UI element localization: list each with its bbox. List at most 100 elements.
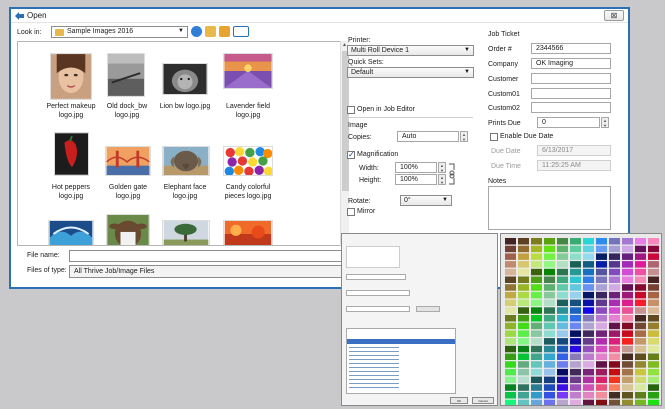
color-swatch (648, 338, 659, 345)
color-swatch (505, 253, 516, 260)
file-caption[interactable]: Lion bw logo.jpg (154, 102, 216, 111)
file-thumbnail[interactable] (48, 220, 94, 246)
quicksets-label: Quick Sets: (348, 59, 384, 66)
file-thumbnail[interactable] (162, 220, 210, 246)
copies-input[interactable]: Auto (397, 131, 459, 142)
file-list[interactable]: Perfect makeup logo.jpg Old dock_bw logo… (17, 41, 348, 246)
file-caption[interactable]: Hot peppers logo.jpg (40, 183, 102, 201)
up-folder-icon[interactable] (205, 26, 216, 37)
cancel-button[interactable]: Cancel (472, 397, 494, 404)
file-thumbnail[interactable] (223, 220, 273, 246)
new-folder-icon[interactable] (219, 26, 230, 37)
close-button[interactable]: ⊠ (604, 10, 624, 21)
height-input[interactable]: 100% (395, 174, 437, 185)
color-swatch (583, 276, 594, 283)
quickset-dropdown[interactable] (346, 290, 410, 296)
folder-icon (55, 29, 64, 36)
color-swatch (544, 315, 555, 322)
color-swatch (505, 268, 516, 276)
color-swatch (583, 392, 594, 399)
color-swatch (557, 361, 568, 368)
color-swatch (622, 392, 633, 399)
color-swatch (609, 399, 620, 407)
color-device-dropdown[interactable] (346, 306, 410, 312)
file-thumbnail[interactable] (105, 146, 151, 176)
height-stepper[interactable]: ▲ ▼ (438, 174, 446, 185)
color-swatch (583, 291, 594, 299)
company-input[interactable]: OK Imaging (531, 58, 611, 69)
filename-input[interactable] (69, 250, 349, 262)
rotate-dropdown[interactable]: 0° ▼ (400, 195, 452, 206)
file-caption[interactable]: Candy colorful pieces logo.jpg (217, 183, 279, 201)
file-caption[interactable]: Elephant face logo.jpg (154, 183, 216, 201)
open-in-editor-checkbox[interactable] (347, 106, 355, 114)
color-swatch (557, 392, 568, 399)
notes-textarea[interactable] (488, 186, 611, 230)
color-swatch (609, 353, 620, 360)
file-caption[interactable]: Perfect makeup logo.jpg (40, 102, 102, 120)
color-swatch (609, 261, 620, 268)
color-swatch (622, 299, 633, 307)
quickset-name-input[interactable] (346, 274, 406, 280)
ok-button[interactable]: OK (450, 397, 468, 404)
file-thumbnail[interactable] (107, 53, 145, 97)
custom01-input[interactable] (531, 88, 611, 99)
color-swatch (635, 253, 646, 260)
lookin-dropdown[interactable]: Sample Images 2016 ▼ (51, 26, 188, 38)
file-thumbnail[interactable] (106, 214, 150, 246)
prints-due-input[interactable]: 0 (537, 117, 600, 128)
width-input[interactable]: 100% (395, 162, 437, 173)
order-input[interactable]: 2344566 (531, 43, 611, 54)
enable-due-label: Enable Due Date (500, 133, 554, 140)
color-swatch (544, 376, 555, 384)
color-swatch (609, 268, 620, 276)
due-time-input[interactable]: 11:25:25 AM (537, 160, 611, 171)
link-chain-icon[interactable] (448, 162, 456, 186)
color-swatch (544, 307, 555, 314)
magnification-checkbox[interactable] (347, 150, 355, 159)
enable-due-checkbox[interactable] (490, 133, 498, 141)
company-label: Company (488, 61, 518, 68)
file-caption[interactable]: Old dock_bw logo.jpg (96, 102, 158, 120)
color-swatch (622, 268, 633, 276)
custom02-input[interactable] (531, 102, 611, 113)
color-swatch (570, 353, 581, 360)
width-stepper[interactable]: ▲ ▼ (438, 162, 446, 173)
color-swatch (583, 368, 594, 376)
view-menu-icon[interactable] (233, 26, 249, 37)
color-swatch (557, 368, 568, 376)
due-date-input[interactable]: 6/13/2017 (537, 145, 611, 156)
quicksets-value: Default (351, 69, 374, 76)
customer-input[interactable] (531, 73, 611, 84)
color-swatch (518, 330, 529, 337)
color-swatch (583, 238, 594, 245)
color-swatch (622, 399, 633, 407)
file-caption[interactable]: Golden gate logo.jpg (97, 183, 159, 201)
color-swatch (531, 322, 542, 330)
color-swatch (531, 345, 542, 353)
prints-due-stepper[interactable]: ▲ ▼ (601, 117, 609, 128)
color-swatch (596, 284, 607, 291)
mirror-checkbox[interactable] (347, 208, 355, 216)
color-swatch (609, 245, 620, 253)
file-caption[interactable]: Lavender field logo.jpg (217, 102, 279, 120)
file-thumbnail[interactable] (162, 146, 210, 176)
copies-stepper[interactable]: ▲ ▼ (460, 131, 468, 142)
file-thumbnail[interactable] (223, 53, 273, 89)
color-swatch (544, 291, 555, 299)
quicksets-dropdown[interactable]: Default ▼ (347, 67, 474, 78)
file-thumbnail[interactable] (223, 146, 273, 176)
color-swatch (544, 268, 555, 276)
color-swatch (531, 376, 542, 384)
profile-list[interactable] (346, 328, 456, 394)
printer-dropdown[interactable]: Multi Roll Device 1 ▼ (347, 45, 474, 56)
back-icon[interactable] (191, 26, 202, 37)
filetype-dropdown[interactable]: All Thrive Job/Image Files (69, 265, 349, 278)
file-thumbnail[interactable] (162, 63, 208, 95)
color-swatch (505, 238, 516, 245)
file-thumbnail[interactable] (50, 53, 92, 100)
file-thumbnail[interactable] (54, 132, 89, 176)
color-swatch (505, 353, 516, 360)
options-button[interactable] (416, 306, 440, 312)
color-swatch (596, 361, 607, 368)
